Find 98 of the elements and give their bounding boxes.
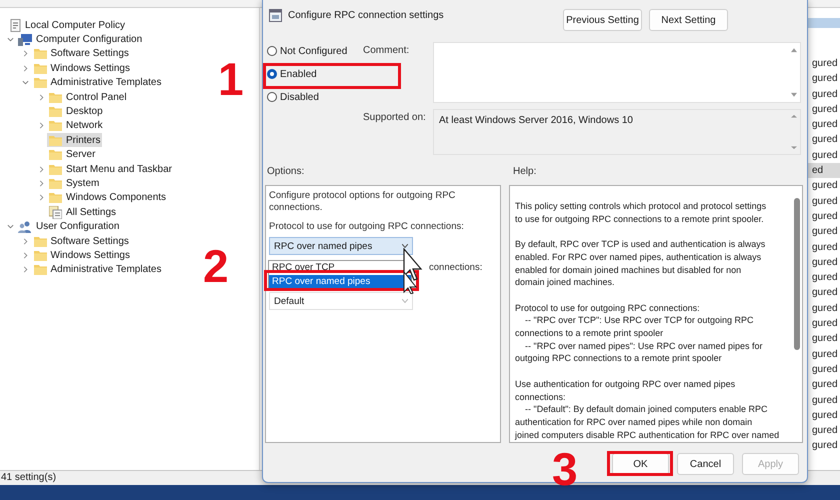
tree-item[interactable]: Computer Configuration [16,32,144,47]
tree-item[interactable]: Start Menu and Taskbar [47,162,174,176]
step-number: 2 [203,243,229,289]
chevron-icon[interactable] [6,36,14,44]
authentication-select[interactable]: Default [269,292,413,310]
list-cell[interactable]: gured [808,331,840,347]
tree-item[interactable]: System [47,176,102,190]
tree-item[interactable]: Network [47,118,105,133]
folder-icon [49,192,62,204]
list-cell[interactable]: gured [808,392,840,408]
folder-icon [49,92,62,103]
dialog-title: Configure RPC connection settings [288,10,444,21]
tree-item[interactable]: Administrative Templates [32,262,164,277]
radio-button[interactable]: Not Configured [267,43,363,59]
list-cell[interactable]: gured [808,178,840,194]
highlight-frame [607,451,673,476]
list-cell[interactable]: gured [808,423,840,438]
users-icon [18,220,32,233]
computer-icon [18,34,32,46]
tree-item[interactable]: User Configuration [16,220,122,234]
policy-icon [269,9,282,22]
protocol-select[interactable]: RPC over named pipes [269,237,413,255]
caret-icon [402,299,408,303]
list-cell[interactable]: gured [808,117,840,132]
help-paragraph: By default, RPC over TCP is used and authentication is always enabled. For RPC over named pipes, authentication is always enabled for domain joined machines but disabled for non domain joined machines. [515,238,766,289]
list-cell[interactable]: gured [808,194,840,209]
field-label: connections: [429,262,482,273]
field-label: Protocol to use for outgoing RPC connections: [269,221,465,233]
list-cell[interactable]: gured [808,56,840,72]
field-label: Supported on: [363,111,426,123]
tree-item[interactable]: Software Settings [32,46,131,61]
list-cell[interactable]: gured [808,408,840,424]
chevron-icon[interactable] [38,94,44,101]
list-cell[interactable]: gured [808,86,840,102]
field-label: Comment: [363,44,410,56]
tree-item[interactable]: Desktop [47,104,105,119]
chevron-icon[interactable] [6,223,14,230]
scroll-arrows-icon[interactable] [791,47,797,98]
list-cell[interactable]: gured [808,132,840,148]
list-cell[interactable]: gured [808,240,840,255]
list-cell[interactable]: gured [808,71,840,87]
comment-field[interactable] [433,42,801,103]
list-cell[interactable]: gured [808,346,840,362]
tree-item[interactable]: Windows Settings [32,248,132,262]
radio-button[interactable]: Enabled [267,66,363,82]
list-cell[interactable]: gured [808,300,840,316]
tree-item[interactable]: Local Computer Policy [8,18,128,32]
list-cell[interactable]: gured [808,208,840,224]
help-paragraph: Use authentication for outgoing RPC over named pipes connections: -- "Default": By default domain joined computers enable RPC authentication for RPC over named pipes while non domain joined computers disable RPC authentication for RPC over named [515,378,780,442]
folder-icon [34,264,46,276]
column-header [808,18,840,28]
settings-list-icon [49,206,62,219]
folder-icon [49,134,62,146]
supported-field: At least Windows Server 2016, Windows 10 [433,109,801,155]
tree-item[interactable]: Software Settings [32,234,131,248]
tree-item[interactable]: Server [47,148,98,162]
list-cell[interactable]: gured [808,377,840,393]
options-text: Configure protocol options for outgoing RPC connections. [269,190,456,214]
list-cell[interactable]: gured [808,224,840,240]
list-cell[interactable]: gured [808,316,840,332]
document-icon [10,18,21,32]
chevron-icon[interactable] [38,122,44,130]
caret-icon [402,244,408,248]
radio-button[interactable]: Disabled [267,89,363,105]
list-cell[interactable]: gured [808,362,840,378]
folder-icon [49,106,62,118]
section-label: Help: [513,166,536,176]
folder-icon [49,164,62,175]
step-number: 1 [218,56,244,102]
help-paragraph: This policy setting controls which protocol and protocol settings to use for outgoing RPC connections to a remote print spooler. [515,200,768,226]
list-cell[interactable]: gured [808,102,840,118]
folder-icon [34,48,46,60]
tree-item[interactable]: Control Panel [47,90,129,104]
tree-item[interactable]: All Settings [47,205,118,220]
list-cell[interactable]: gured [808,438,840,454]
dialog-button[interactable]: Cancel [677,453,734,475]
list-cell[interactable]: gured [808,148,840,164]
folder-icon [49,149,62,160]
list-cell[interactable]: gured [808,270,840,286]
list-cell[interactable]: gured [808,285,840,301]
folder-icon [34,77,46,88]
tree-item[interactable]: Printers [47,133,102,148]
tree-item[interactable]: Administrative Templates [32,76,164,90]
folder-icon [34,62,46,74]
nav-button[interactable]: Next Setting [649,9,728,31]
scroll-arrows-icon[interactable] [791,114,797,150]
folder-icon [34,236,46,247]
folder-icon [49,120,62,132]
nav-button[interactable]: Previous Setting [563,9,642,31]
folder-icon [34,250,46,261]
help-paragraph: Protocol to use for outgoing RPC connections: -- "RPC over TCP": Use RPC over TCP for outgoing RPC connections to a remote print spooler -- "RPC over named pipes": Use RPC over named pipes for outgoing RPC connections to a remote print spooler [515,302,764,366]
folder-icon [49,178,62,189]
scrollbar-thumb[interactable] [794,198,800,350]
tree-item[interactable]: Windows Components [47,190,168,205]
section-label: Options: [267,166,304,176]
list-cell[interactable]: gured [808,254,840,270]
list-cell[interactable]: ed [808,163,840,178]
tree-item[interactable]: Windows Settings [32,61,132,76]
